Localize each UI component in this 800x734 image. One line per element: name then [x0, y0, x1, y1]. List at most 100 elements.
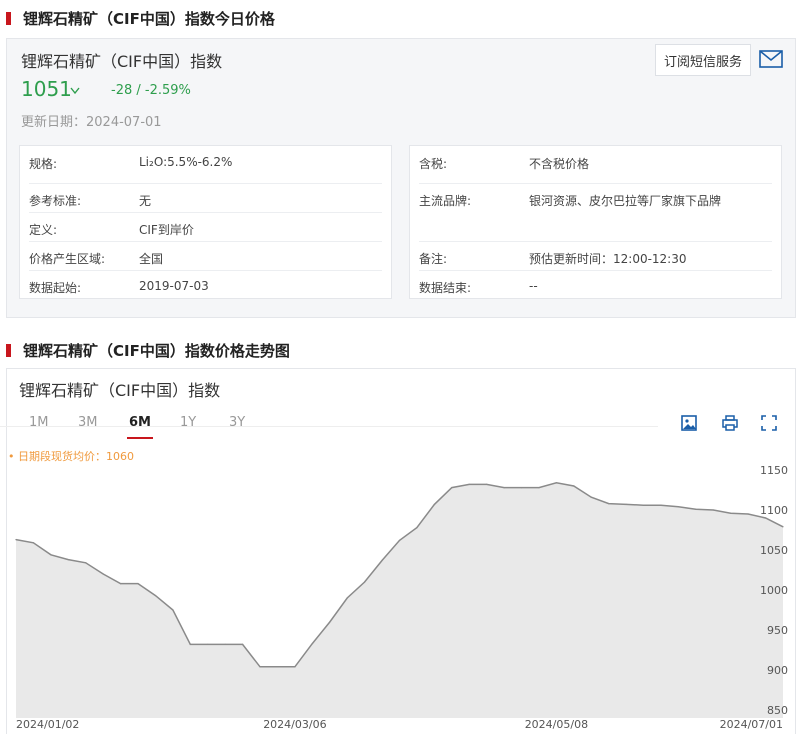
- spec-row: 价格产生区域: 全国: [29, 242, 382, 271]
- y-tick-label: 1150: [760, 464, 788, 477]
- y-tick-label: 1100: [760, 504, 788, 517]
- print-icon[interactable]: [721, 414, 739, 432]
- spec-value: 无: [139, 194, 152, 208]
- spec-table-left: 规格: Li₂O:5.5%-6.2% 参考标准: 无 定义: CIF到岸价 价格产生区…: [19, 145, 392, 299]
- spec-row: 含税: 不含税价格: [419, 155, 772, 184]
- spec-value: 不含税价格: [529, 157, 590, 171]
- mail-icon[interactable]: [759, 50, 783, 68]
- data-point: [85, 562, 87, 564]
- price-trend-chart: 850 900 950 1000 1050 1100 1150 2024/01/02 2024/…: [15, 464, 788, 731]
- price-area: [16, 482, 783, 718]
- spec-key: 含税:: [419, 157, 448, 171]
- spec-table-right: 含税: 不含税价格 主流品牌: 银河资源、皮尔巴拉等厂家旗下品牌 备注: 预估更新时间…: [409, 145, 782, 299]
- spec-value: Li₂O:5.5%-6.2%: [139, 155, 233, 169]
- spec-key: 参考标准:: [29, 194, 82, 208]
- tab-1m[interactable]: 1M: [29, 415, 49, 430]
- data-point: [555, 482, 558, 484]
- y-tick-label: 1050: [760, 544, 788, 557]
- data-point: [573, 485, 575, 487]
- section-title-text: 锂辉石精矿（CIF中国）指数今日价格: [23, 10, 275, 28]
- x-tick-label: 2024/07/01: [720, 718, 783, 731]
- data-point: [520, 487, 523, 489]
- section-title-trend: 锂辉石精矿（CIF中国）指数价格走势图: [6, 340, 290, 361]
- data-point: [364, 581, 366, 583]
- spec-key: 备注:: [419, 252, 448, 266]
- spec-row: 数据起始: 2019-07-03: [29, 271, 382, 297]
- data-point: [730, 512, 732, 514]
- spec-value: 2019-07-03: [139, 279, 209, 293]
- subscribe-sms-button[interactable]: 订阅短信服务: [655, 44, 751, 76]
- x-tick-label: 2024/05/08: [525, 718, 588, 731]
- tab-3y[interactable]: 3Y: [229, 415, 245, 430]
- data-point: [642, 504, 645, 506]
- spec-key: 数据结束:: [419, 281, 472, 295]
- data-point: [625, 503, 627, 505]
- spec-row: 定义: CIF到岸价: [29, 213, 382, 242]
- data-point: [747, 513, 749, 515]
- data-point: [172, 609, 174, 611]
- data-point: [207, 643, 209, 645]
- spec-value: 预估更新时间：12:00-12:30: [529, 252, 687, 266]
- price-card: 锂辉石精矿（CIF中国）指数 1051 -28 / -2.59% 更新日期：20…: [6, 38, 796, 318]
- spec-key: 价格产生区域:: [29, 252, 106, 266]
- data-point: [608, 503, 610, 505]
- data-point: [259, 666, 261, 668]
- spec-row: 规格: Li₂O:5.5%-6.2%: [29, 155, 382, 184]
- data-point: [50, 554, 52, 556]
- data-point: [677, 506, 680, 508]
- data-point: [242, 643, 244, 645]
- data-point: [712, 509, 714, 511]
- tab-divider: [0, 426, 658, 427]
- y-tick-label: 1000: [760, 584, 788, 597]
- data-point: [329, 621, 331, 623]
- data-point: [67, 559, 69, 561]
- spec-key: 主流品牌:: [419, 194, 472, 208]
- product-name: 锂辉石精矿（CIF中国）指数: [21, 52, 223, 71]
- spec-value: 全国: [139, 252, 164, 266]
- spec-value: 银河资源、皮尔巴拉等厂家旗下品牌: [529, 194, 722, 208]
- tab-3m[interactable]: 3M: [78, 415, 98, 430]
- tab-1y[interactable]: 1Y: [180, 415, 196, 430]
- update-date: 更新日期：2024-07-01: [21, 115, 162, 130]
- spec-key: 定义:: [29, 223, 58, 237]
- down-arrow-icon: [70, 87, 80, 98]
- spec-row: 参考标准: 无: [29, 184, 382, 213]
- y-tick-label: 850: [767, 704, 788, 717]
- y-tick-label: 900: [767, 664, 788, 677]
- data-point: [311, 643, 313, 645]
- data-point: [15, 539, 17, 541]
- data-point: [486, 483, 488, 485]
- data-point: [32, 542, 34, 544]
- data-point: [590, 496, 592, 498]
- data-point: [381, 559, 383, 561]
- data-point: [695, 508, 697, 510]
- section-marker: [6, 344, 11, 357]
- data-point: [346, 597, 348, 599]
- spec-value: CIF到岸价: [139, 223, 194, 237]
- y-tick-label: 950: [767, 624, 788, 637]
- data-point: [538, 487, 540, 489]
- spec-row: 备注: 预估更新时间：12:00-12:30: [419, 242, 772, 271]
- data-point: [102, 573, 104, 575]
- data-point: [416, 527, 418, 529]
- tab-6m[interactable]: 6M: [127, 415, 153, 439]
- data-point: [276, 666, 279, 668]
- data-point: [154, 595, 157, 597]
- spec-key: 规格:: [29, 157, 58, 171]
- data-point: [120, 583, 122, 585]
- fullscreen-icon[interactable]: [760, 414, 778, 432]
- data-point: [468, 483, 470, 485]
- data-point: [137, 583, 139, 585]
- spec-row: 数据结束: --: [419, 271, 772, 297]
- section-title-today: 锂辉石精矿（CIF中国）指数今日价格: [6, 8, 275, 29]
- data-point: [503, 487, 505, 489]
- data-point: [660, 504, 662, 506]
- data-point: [433, 503, 435, 505]
- x-tick-label: 2024/01/02: [16, 718, 79, 731]
- current-price: 1051: [21, 77, 72, 101]
- image-icon[interactable]: [680, 414, 698, 432]
- data-point: [765, 517, 767, 519]
- data-point: [189, 643, 191, 645]
- data-point: [782, 526, 784, 528]
- data-point: [451, 487, 453, 489]
